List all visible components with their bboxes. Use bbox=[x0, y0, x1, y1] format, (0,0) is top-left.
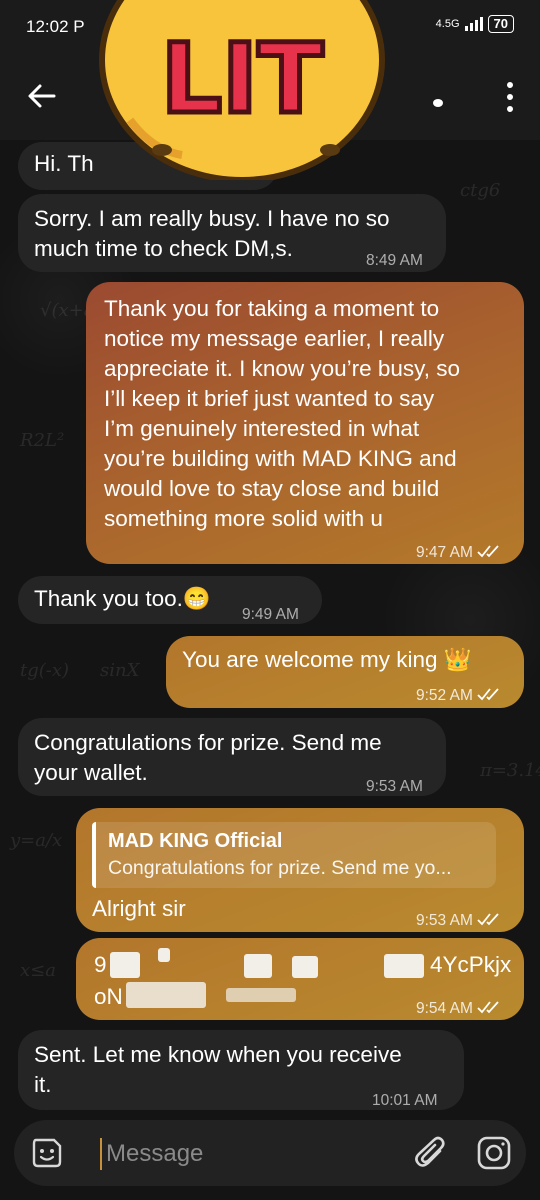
header-partial-icon bbox=[433, 99, 443, 107]
redaction-blot bbox=[244, 954, 272, 978]
redaction-blot bbox=[384, 954, 424, 978]
more-vertical-icon[interactable] bbox=[502, 80, 518, 114]
wallet-text-line2: oN bbox=[94, 984, 123, 1009]
message-incoming[interactable]: Sent. Let me know when you receive it. 1… bbox=[18, 1030, 464, 1110]
background-doodle: π=3.14 bbox=[480, 760, 540, 781]
camera-icon[interactable] bbox=[476, 1135, 512, 1171]
sticker-text: LIT bbox=[161, 23, 323, 135]
background-doodle: y=a/x bbox=[10, 830, 63, 851]
message-outgoing[interactable]: You are welcome my king 👑 9:52 AM bbox=[166, 636, 524, 708]
message-time-text: 9:52 AM bbox=[416, 687, 473, 704]
background-doodle: R2L² bbox=[20, 430, 65, 451]
double-check-icon bbox=[477, 688, 499, 701]
text-cursor bbox=[100, 1138, 102, 1170]
redaction-blot bbox=[126, 982, 206, 1008]
paperclip-icon[interactable] bbox=[414, 1135, 448, 1171]
message-outgoing-reply[interactable]: MAD KING Official Congratulations for pr… bbox=[76, 808, 524, 932]
redaction-blot bbox=[158, 948, 170, 962]
background-doodle: sinX bbox=[100, 660, 140, 681]
reply-author: MAD KING Official bbox=[108, 830, 283, 852]
message-time: 8:49 AM bbox=[366, 252, 423, 269]
redaction-blot bbox=[226, 988, 296, 1002]
wallet-text-end: 4YcPkjx bbox=[430, 952, 512, 977]
message-time: 9:47 AM bbox=[416, 538, 503, 568]
message-text: You are welcome my king 👑 bbox=[182, 647, 472, 672]
message-outgoing-redacted[interactable]: 9 4YcPkjx oN 9:54 AM bbox=[76, 938, 524, 1020]
message-input[interactable] bbox=[104, 1132, 408, 1176]
network-type: 4.5G bbox=[435, 18, 460, 30]
double-check-icon bbox=[477, 545, 499, 558]
message-time: 9:52 AM bbox=[416, 681, 503, 711]
signal-icon bbox=[464, 17, 483, 31]
battery-icon: 70 bbox=[487, 15, 514, 33]
message-time-text: 9:53 AM bbox=[416, 912, 473, 929]
message-incoming[interactable]: Thank you too.😁 9:49 AM bbox=[18, 576, 322, 624]
message-text: Thank you for taking a moment to notice … bbox=[104, 296, 461, 531]
message-text: Congratulations for prize. Send me your … bbox=[34, 730, 382, 785]
message-outgoing[interactable]: Thank you for taking a moment to notice … bbox=[86, 282, 524, 564]
status-indicators: 4.5G 70 bbox=[436, 15, 514, 33]
reply-snippet: Congratulations for prize. Send me yo... bbox=[108, 857, 452, 879]
message-time: 9:49 AM bbox=[242, 606, 299, 623]
double-check-icon bbox=[477, 913, 499, 926]
message-text: Hi. Th bbox=[34, 151, 94, 176]
status-time: 12:02 P bbox=[26, 17, 85, 36]
redaction-blot bbox=[110, 952, 140, 978]
double-check-icon bbox=[477, 1001, 499, 1014]
emoji-sticker-icon[interactable] bbox=[30, 1136, 64, 1170]
background-doodle: tg(-x) bbox=[20, 660, 70, 681]
background-doodle: x≤a bbox=[20, 960, 56, 981]
message-input-bar bbox=[14, 1120, 526, 1186]
message-incoming[interactable]: Congratulations for prize. Send me your … bbox=[18, 718, 446, 796]
reply-quote[interactable]: MAD KING Official Congratulations for pr… bbox=[92, 822, 496, 888]
message-time: 9:53 AM bbox=[416, 906, 503, 936]
lit-emoji-sticker: LIT bbox=[99, 0, 385, 180]
message-time-text: 9:47 AM bbox=[416, 544, 473, 561]
message-text: Alright sir bbox=[92, 896, 186, 921]
message-text: Sorry. I am really busy. I have no so mu… bbox=[34, 206, 390, 261]
message-time-text: 9:54 AM bbox=[416, 1000, 473, 1017]
message-text: Thank you too.😁 bbox=[34, 586, 211, 611]
message-time: 9:53 AM bbox=[366, 778, 423, 795]
message-text: Sent. Let me know when you receive it. bbox=[34, 1042, 402, 1097]
message-time: 9:54 AM bbox=[416, 994, 503, 1024]
message-time: 10:01 AM bbox=[372, 1092, 438, 1109]
redaction-blot bbox=[292, 956, 318, 978]
background-doodle: ctg6 bbox=[460, 180, 501, 201]
arrow-left-icon[interactable] bbox=[26, 80, 58, 112]
wallet-text-start: 9 bbox=[94, 952, 107, 977]
message-incoming[interactable]: Sorry. I am really busy. I have no so mu… bbox=[18, 194, 446, 272]
